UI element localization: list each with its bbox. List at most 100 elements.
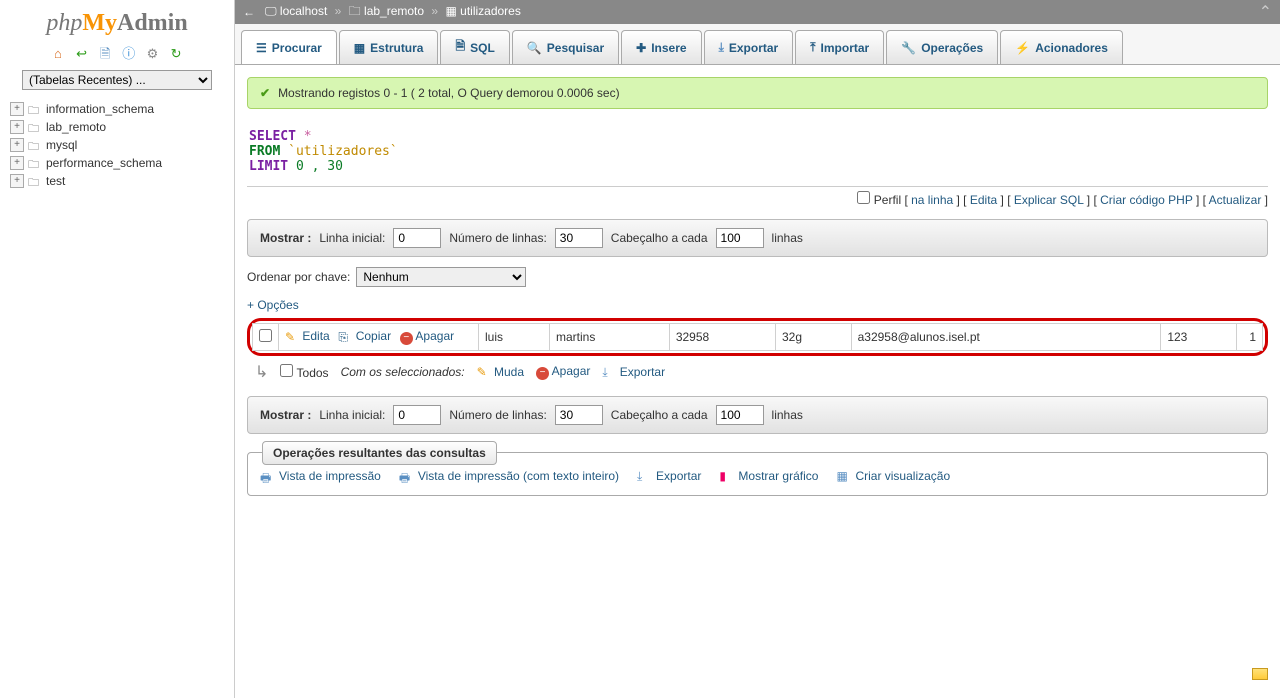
bulk-delete-link[interactable]: Apagar <box>552 364 591 378</box>
sql-star: * <box>304 129 312 144</box>
link-edita[interactable]: Edita <box>970 193 997 207</box>
db-item-mysql[interactable]: + 🗀 mysql <box>8 136 226 154</box>
page-settings-icon[interactable] <box>1252 668 1268 680</box>
collapse-sidebar-icon[interactable]: ← <box>243 5 255 19</box>
cell-numero: 32958 <box>669 324 775 351</box>
tab-exportar[interactable]: ⤓Exportar <box>704 30 794 64</box>
sql-keyword: LIMIT <box>249 159 288 174</box>
tab-pesquisar[interactable]: 🔍Pesquisar <box>512 30 619 64</box>
success-text: Mostrando registos 0 - 1 ( 2 total, O Qu… <box>278 86 620 100</box>
print-label: Vista de impressão <box>279 469 381 483</box>
tab-estrutura[interactable]: ▦Estrutura <box>339 30 439 64</box>
tab-label: Importar <box>821 41 870 55</box>
linha-inicial-input[interactable] <box>393 405 441 425</box>
cabecalho-input[interactable] <box>716 228 764 248</box>
check-all-checkbox[interactable] <box>280 364 293 377</box>
options-toggle[interactable]: + Opções <box>247 298 299 312</box>
db-item-test[interactable]: +🗀test <box>8 172 226 190</box>
expand-icon[interactable]: + <box>10 120 24 134</box>
exit-icon[interactable]: ↩ <box>74 46 90 62</box>
reload-icon[interactable]: ↻ <box>168 46 184 62</box>
print-icon: 🖶 <box>260 469 274 483</box>
export-label: Exportar <box>656 469 701 483</box>
sql-icon[interactable]: 🗎 <box>97 45 113 61</box>
database-icon: 🗀 <box>28 102 42 116</box>
expand-icon[interactable]: + <box>10 138 24 152</box>
num-linhas-input[interactable] <box>555 405 603 425</box>
docs-icon[interactable]: ⓘ <box>121 43 137 59</box>
bulk-edit-link[interactable]: Muda <box>494 365 524 379</box>
linha-inicial-input[interactable] <box>393 228 441 248</box>
highlighted-row-box: ✎ Edita ⎘ Copiar − Apagar luis martins 3… <box>247 318 1268 356</box>
table-row: ✎ Edita ⎘ Copiar − Apagar luis martins 3… <box>253 324 1263 351</box>
operations-list: 🖶 Vista de impressão 🖶 Vista de impressão … <box>260 469 1255 483</box>
server-icon: 🖵 <box>265 4 277 18</box>
sort-label: Ordenar por chave: <box>247 270 350 284</box>
linhas-label: linhas <box>772 408 803 422</box>
delete-icon: − <box>536 367 549 380</box>
todos-label: Todos <box>297 366 329 380</box>
row-edit-link[interactable]: Edita <box>302 329 329 343</box>
link-explicar[interactable]: Explicar SQL <box>1014 193 1084 207</box>
db-item-performance-schema[interactable]: +🗀performance_schema <box>8 154 226 172</box>
print-full-label: Vista de impressão (com texto inteiro) <box>418 469 619 483</box>
sql-icon: 🗎 <box>455 37 465 58</box>
cell-nome: luis <box>479 324 550 351</box>
create-view-link[interactable]: ▦Criar visualização <box>836 469 950 483</box>
breadcrumb-db[interactable]: lab_remoto <box>364 4 424 18</box>
breadcrumb-host[interactable]: localhost <box>280 4 327 18</box>
row-checkbox[interactable] <box>259 329 272 342</box>
breadcrumb-table[interactable]: utilizadores <box>460 4 521 18</box>
print-view-link[interactable]: 🖶 Vista de impressão <box>260 469 381 483</box>
linhas-label: linhas <box>772 231 803 245</box>
cell-id: 1 <box>1237 324 1263 351</box>
print-icon: 🖶 <box>399 469 413 483</box>
main-panel: ← 🖵 localhost » 🗀 lab_remoto » ▦ utiliza… <box>235 0 1280 698</box>
chart-link[interactable]: ▮Mostrar gráfico <box>719 469 818 483</box>
settings-icon[interactable]: ⚙ <box>144 46 160 62</box>
tab-label: Procurar <box>272 41 322 55</box>
db-item-information-schema[interactable]: +🗀information_schema <box>8 100 226 118</box>
tab-insere[interactable]: ✚Insere <box>621 30 701 64</box>
delete-icon: − <box>400 332 413 345</box>
perfil-checkbox[interactable] <box>857 191 870 204</box>
tab-label: Operações <box>921 41 983 55</box>
export-icon: ⤓ <box>602 365 616 379</box>
link-na-linha[interactable]: na linha <box>911 193 953 207</box>
tab-importar[interactable]: ⤒Importar <box>795 30 884 64</box>
cabecalho-label: Cabeçalho a cada <box>611 231 708 245</box>
num-linhas-label: Número de linhas: <box>449 231 546 245</box>
tab-sql[interactable]: 🗎SQL <box>440 30 509 64</box>
expand-icon[interactable]: + <box>10 156 24 170</box>
db-label: test <box>46 174 65 188</box>
row-copy-link[interactable]: Copiar <box>356 329 391 343</box>
database-icon: 🗀 <box>28 138 42 152</box>
cell-senha: 123 <box>1161 324 1237 351</box>
tab-procurar[interactable]: ☰Procurar <box>241 30 337 64</box>
expand-icon[interactable]: + <box>10 174 24 188</box>
mostrar-label: Mostrar : <box>260 408 311 422</box>
sort-select[interactable]: Nenhum <box>356 267 526 287</box>
database-icon: 🗀 <box>28 120 42 134</box>
tab-operacoes[interactable]: 🔧Operações <box>886 30 998 64</box>
cabecalho-input[interactable] <box>716 405 764 425</box>
link-criar-php[interactable]: Criar código PHP <box>1100 193 1192 207</box>
topbar-collapse-icon[interactable]: ⌃ <box>1259 2 1272 22</box>
results-table: ✎ Edita ⎘ Copiar − Apagar luis martins 3… <box>252 323 1263 351</box>
tab-acionadores[interactable]: ⚡Acionadores <box>1000 30 1123 64</box>
home-icon[interactable]: ⌂ <box>50 46 66 62</box>
expand-icon[interactable]: + <box>10 102 24 116</box>
db-item-lab-remoto[interactable]: +🗀lab_remoto <box>8 118 226 136</box>
row-delete-link[interactable]: Apagar <box>415 329 454 343</box>
recent-tables-select[interactable]: (Tabelas Recentes) ... <box>22 70 212 90</box>
linha-inicial-label: Linha inicial: <box>319 231 385 245</box>
num-linhas-label: Número de linhas: <box>449 408 546 422</box>
num-linhas-input[interactable] <box>555 228 603 248</box>
db-label: mysql <box>46 138 77 152</box>
print-full-link[interactable]: 🖶 Vista de impressão (com texto inteiro) <box>399 469 619 483</box>
link-actualizar[interactable]: Actualizar <box>1209 193 1262 207</box>
bulk-export-link[interactable]: Exportar <box>620 365 665 379</box>
topbar: ← 🖵 localhost » 🗀 lab_remoto » ▦ utiliza… <box>235 0 1280 24</box>
triggers-icon: ⚡ <box>1015 41 1030 55</box>
export-link[interactable]: ⤓Exportar <box>637 469 701 483</box>
